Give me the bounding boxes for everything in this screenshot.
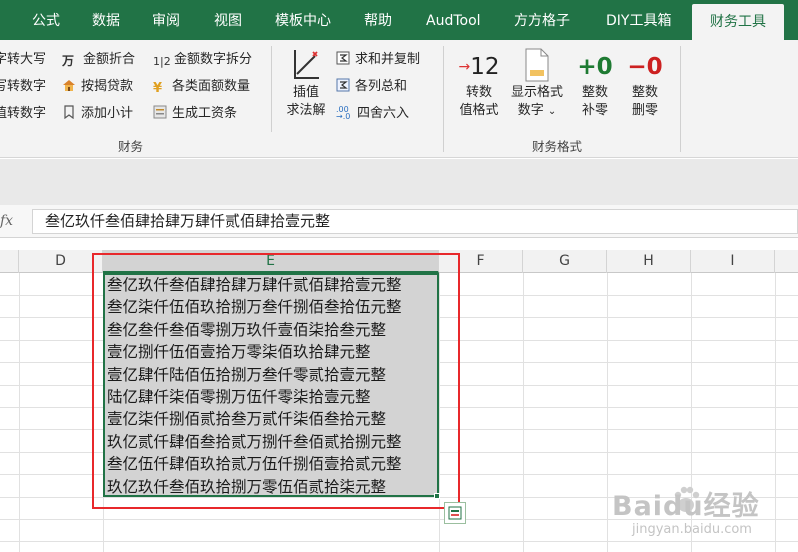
ribbon-tab-bar: 公式 数据 审阅 视图 模板中心 帮助 AudTool 方方格子 DIY工具箱 … (0, 0, 798, 40)
column-header-i[interactable]: I (691, 250, 775, 273)
ribbon-item-label: 字转大写 (0, 52, 47, 67)
formula-bar: fx 叁亿玖仟叁佰肆拾肆万肆仟贰佰肆拾壹元整 (0, 205, 798, 238)
formula-input[interactable]: 叁亿玖仟叁佰肆拾肆万肆仟贰佰肆拾壹元整 (32, 209, 798, 234)
highlight-annotation-box (92, 253, 460, 509)
interpolation-label-1: 插值 (292, 85, 319, 100)
sigma-icon (336, 78, 350, 92)
watermark-brand: Baidu经验 (612, 491, 760, 522)
delete-zero-icon: −0 (627, 54, 663, 80)
ribbon-item-label: 求和并复制 (355, 52, 421, 67)
pad-zero-label-2: 补零 (581, 103, 608, 118)
quick-analysis-button[interactable] (444, 502, 466, 524)
ribbon-separator (271, 46, 272, 132)
row-header-corner[interactable] (0, 250, 19, 273)
ribbon-item-label: 金额折合 (83, 52, 136, 67)
tab-diy-toolbox[interactable]: DIY工具箱 (606, 0, 671, 40)
ribbon-item-mortgage-loan[interactable]: 按揭贷款 (62, 77, 133, 97)
to-number-label-1: 转数 (465, 85, 492, 100)
group-label-finance: 财务 (118, 139, 144, 154)
ribbon-item-denomination-count[interactable]: ¥ 各类面额数量 (153, 77, 250, 97)
ribbon-item-label: 写转数字 (0, 79, 47, 94)
ribbon-item-label: 添加小计 (81, 106, 134, 121)
tab-data[interactable]: 数据 (92, 0, 120, 40)
watermark-url: jingyan.baidu.com (632, 522, 752, 537)
decimal-round-icon: .00 →.0 (336, 105, 351, 121)
ribbon-item-amount-convert[interactable]: 万金额折合 (62, 50, 135, 70)
interpolation-button[interactable]: 插值 求法解 (280, 48, 332, 120)
delete-zero-label-2: 删零 (631, 103, 658, 118)
ribbon-item-label: 金额数字拆分 (174, 52, 253, 67)
ribbon-item-label: 四舍六入 (357, 106, 410, 121)
ribbon-collapsed-area (0, 159, 798, 205)
group-label-finance-format: 财务格式 (532, 139, 583, 154)
document-icon (525, 48, 549, 82)
bookmark-icon (64, 105, 74, 119)
tab-finance-tools[interactable]: 财务工具 (692, 4, 784, 40)
ribbon-item-sum-copy[interactable]: 求和并复制 (336, 50, 420, 70)
wan-icon: 万 (62, 54, 75, 68)
quick-analysis-icon (448, 506, 462, 520)
ribbon-item-split-amount[interactable]: 1|2 金额数字拆分 (153, 50, 252, 70)
ribbon-item-label: 各列总和 (355, 79, 408, 94)
tab-review[interactable]: 审阅 (152, 0, 180, 40)
ribbon-body: 字转大写 写转数字 值转数字 万金额折合 按揭贷款 添加小计 1|2 金额数字拆分… (0, 40, 798, 158)
ribbon-item-to-uppercase[interactable]: 字转大写 (0, 50, 46, 70)
tab-fangfang[interactable]: 方方格子 (514, 0, 570, 40)
watermark: Baidu经验 jingyan.baidu.com (612, 478, 792, 548)
to-number-label-2: 值格式 (459, 103, 499, 118)
pad-zero-icon: +0 (577, 54, 613, 80)
ribbon-item-label: 值转数字 (0, 106, 47, 121)
tab-view[interactable]: 视图 (214, 0, 242, 40)
grid-line (607, 273, 608, 552)
yen-icon: ¥ (153, 81, 163, 96)
ribbon-item-label: 各类面额数量 (172, 79, 251, 94)
ribbon-item-column-totals[interactable]: 各列总和 (336, 77, 407, 97)
display-format-button[interactable]: 显示格式 数字 ⌄ (507, 48, 567, 121)
ribbon-item-value-to-number[interactable]: 值转数字 (0, 104, 46, 124)
ribbon-item-to-digits[interactable]: 写转数字 (0, 77, 46, 97)
column-header-d[interactable]: D (19, 250, 103, 273)
ribbon-item-round-half-even[interactable]: .00 →.0 四舍六入 (336, 104, 409, 124)
fill-handle[interactable] (434, 493, 440, 499)
interpolation-icon (294, 50, 319, 79)
ribbon-item-label: 生成工资条 (172, 106, 238, 121)
grid-line (523, 273, 524, 552)
display-format-label-2: 数字 ⌄ (517, 103, 557, 118)
ribbon-separator (680, 46, 681, 152)
to-number-icon: →12 (458, 54, 500, 80)
ribbon-separator (443, 46, 444, 152)
grid-line (19, 273, 20, 552)
pad-zero-label-1: 整数 (581, 85, 608, 100)
sum-copy-icon (336, 51, 350, 65)
chevron-down-icon: ⌄ (547, 106, 557, 117)
delete-zero-label-1: 整数 (631, 85, 658, 100)
display-format-label-1: 显示格式 (510, 85, 563, 100)
interpolation-label-2: 求法解 (286, 103, 326, 118)
tab-help[interactable]: 帮助 (364, 0, 392, 40)
to-number-format-button[interactable]: →12 转数 值格式 (452, 52, 506, 120)
column-header-h[interactable]: H (607, 250, 691, 273)
ribbon-item-payslip[interactable]: 生成工资条 (153, 104, 237, 124)
fx-icon[interactable]: fx (0, 211, 20, 231)
tab-formulas[interactable]: 公式 (32, 0, 60, 40)
ribbon-item-add-subtotal[interactable]: 添加小计 (62, 104, 133, 124)
delete-zero-button[interactable]: −0 整数 删零 (622, 52, 668, 120)
column-header-g[interactable]: G (523, 250, 607, 273)
tab-template-center[interactable]: 模板中心 (275, 0, 331, 40)
pad-zero-button[interactable]: +0 整数 补零 (572, 52, 618, 120)
ribbon-item-label: 按揭贷款 (81, 79, 134, 94)
house-icon (63, 80, 75, 91)
split-digits-icon: 1|2 (153, 55, 171, 68)
payslip-icon (153, 105, 167, 119)
tab-audtool[interactable]: AudTool (426, 0, 481, 40)
